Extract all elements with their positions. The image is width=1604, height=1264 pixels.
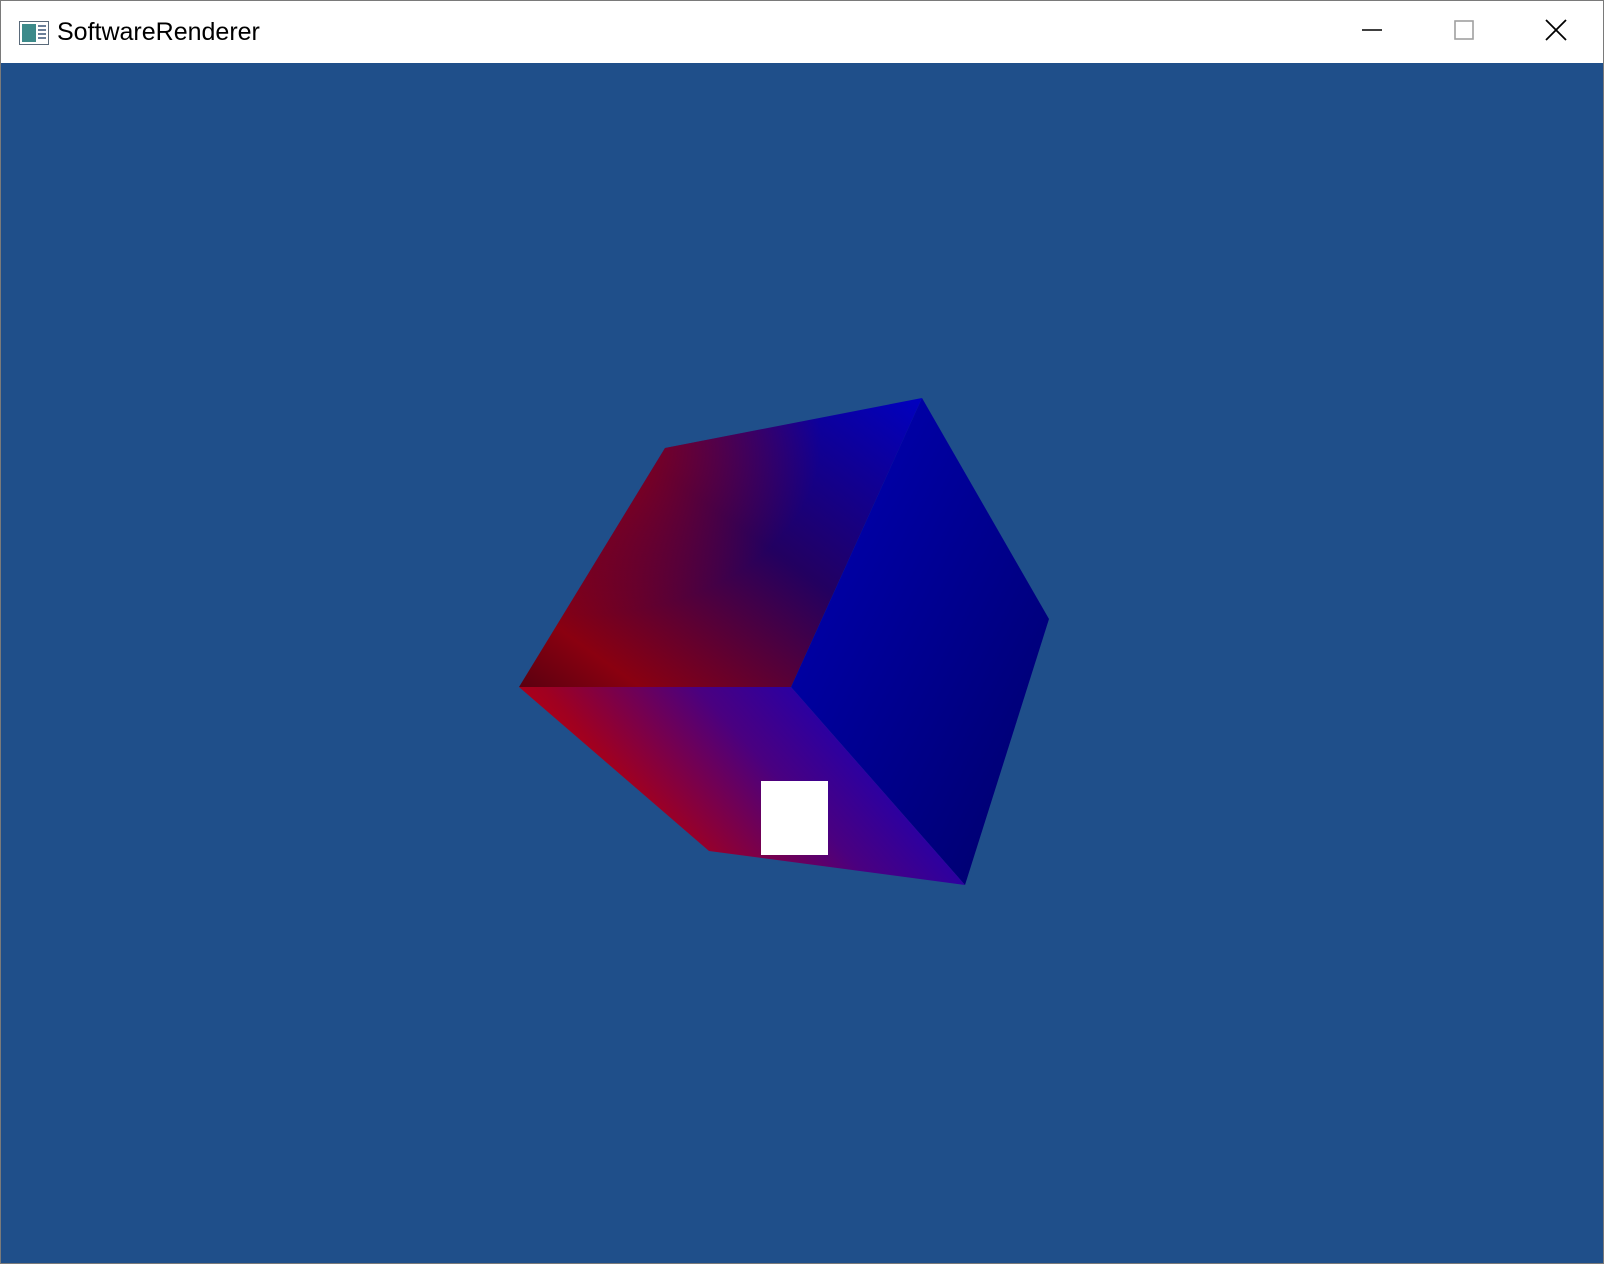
- white-marker: [761, 781, 828, 855]
- close-icon: [1544, 18, 1568, 47]
- close-button[interactable]: [1510, 1, 1602, 63]
- minimize-button[interactable]: [1326, 1, 1418, 63]
- minimize-icon: [1360, 18, 1384, 47]
- application-window: SoftwareRenderer: [0, 0, 1604, 1264]
- app-window-icon[interactable]: [19, 21, 49, 45]
- render-viewport[interactable]: [1, 63, 1603, 1263]
- render-canvas[interactable]: [1, 63, 1603, 1263]
- maximize-icon: [1452, 18, 1476, 47]
- maximize-button[interactable]: [1418, 1, 1510, 63]
- window-title: SoftwareRenderer: [57, 18, 260, 46]
- title-bar[interactable]: SoftwareRenderer: [1, 1, 1603, 63]
